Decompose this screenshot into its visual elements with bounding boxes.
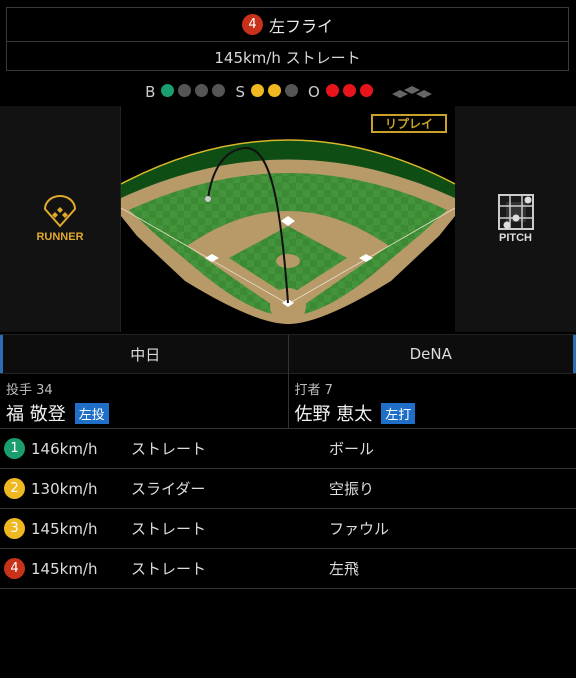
pitch-result: 左飛 [329,560,360,578]
pitch-type: ストレート [131,520,207,538]
pitch-speed: 146km/h [31,439,98,458]
pitch-row[interactable]: 2 130km/h スライダー 空振り [0,469,576,509]
play-summary: 4 左フライ 145km/h ストレート [6,7,569,71]
third-base-icon [391,90,408,98]
pitch-number-badge: 4 [241,14,263,35]
pitcher-role: 投手 34 [6,383,53,398]
ball-dots [159,83,227,101]
pitch-number-badge: 2 [4,478,25,499]
play-result-row: 4 左フライ [7,8,568,42]
strike-dot [285,84,298,97]
baseball-field: リプレイ [120,106,456,332]
out-label: O [308,83,320,101]
first-base-icon [415,90,432,98]
team-tabs: 中日 DeNA [0,334,576,374]
pitcher-hand-badge: 左投 [74,402,109,424]
pitch-list: 1 146km/h ストレート ボール 2 130km/h スライダー 空振り … [0,429,576,589]
tab-away-team[interactable]: DeNA [289,335,576,373]
pitch-type: ストレート [131,560,207,578]
runner-button[interactable]: RUNNER [0,106,121,332]
play-result: 左フライ [268,16,333,36]
out-dot [359,84,373,97]
pitcher-info: 投手 34 福 敬登 左投 [0,373,288,428]
batter-role: 打者 7 [294,383,333,398]
pitch-speed: 145km/h [31,519,98,538]
ball-dot [178,84,192,97]
field-panel: RUNNER リプレイ PITCH [0,106,576,332]
out-dots [324,83,375,101]
pitch-type: スライダー [131,480,206,498]
pitch-speed: 130km/h [31,479,98,498]
strike-dots [249,83,300,101]
count-indicator: B S O [0,82,576,102]
pitch-row[interactable]: 1 146km/h ストレート ボール [0,429,576,469]
pitch-speed: 145km/h [31,559,98,578]
batter-info: 打者 7 佐野 恵太 左打 [287,373,576,428]
runner-icon [43,195,77,228]
strike-label: S [235,83,245,101]
ball-dot [161,84,175,97]
strike-dot [268,84,281,97]
batter-name: 佐野 恵太 [294,404,373,425]
ball-label: B [145,83,156,101]
tab-home-team[interactable]: 中日 [0,335,289,373]
pitch-row[interactable]: 3 145km/h ストレート ファウル [0,509,576,549]
pitch-info: 145km/h ストレート [214,48,361,67]
pitcher-name: 福 敬登 [6,404,66,425]
out-dot [342,84,356,97]
ball-dot [195,84,209,97]
pitch-grid-icon [497,194,534,230]
field-diagram [120,139,456,324]
bases-icon [391,86,432,98]
pitch-type: ストレート [131,440,207,458]
replay-button[interactable]: リプレイ [371,114,447,133]
ball-dot [212,84,226,97]
out-dot [325,84,339,97]
ball-landing-point [205,196,211,202]
pitch-number-badge: 1 [4,438,25,459]
pitch-button[interactable]: PITCH [455,106,576,332]
pitchers-mound [276,254,300,268]
pitch-result: ファウル [329,520,390,538]
runner-label: RUNNER [36,231,84,243]
strike-dot [251,84,264,97]
second-base-icon [403,86,420,94]
pitch-row[interactable]: 4 145km/h ストレート 左飛 [0,549,576,589]
pitch-number-badge: 4 [4,558,25,579]
pitch-label: PITCH [499,232,532,244]
pitch-result: 空振り [329,480,375,498]
pitch-result: ボール [329,440,375,458]
batter-hand-badge: 左打 [381,402,416,424]
pitch-number-badge: 3 [4,518,25,539]
matchup: 投手 34 福 敬登 左投 打者 7 佐野 恵太 左打 [0,373,576,429]
